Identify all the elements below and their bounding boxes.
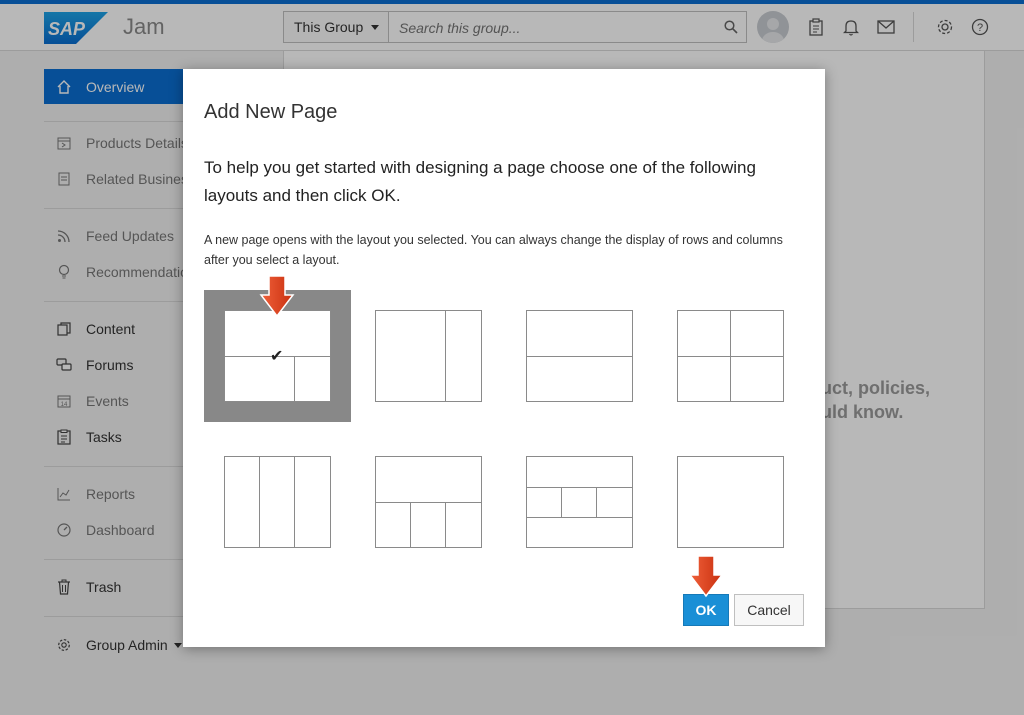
dialog-instruction: To help you get started with designing a… bbox=[204, 158, 756, 205]
pointer-arrow-icon bbox=[259, 275, 295, 318]
layout-option-4[interactable] bbox=[657, 290, 804, 422]
layout-option-5[interactable] bbox=[204, 436, 351, 568]
layout-thumbnail bbox=[375, 456, 482, 548]
layout-option-2[interactable] bbox=[355, 290, 502, 422]
layout-thumbnail bbox=[224, 456, 331, 548]
layout-option-6[interactable] bbox=[355, 436, 502, 568]
add-new-page-dialog: Add New Page To help you get started wit… bbox=[183, 69, 825, 647]
layout-thumbnail bbox=[677, 310, 784, 402]
layout-thumbnail: ✔ bbox=[224, 310, 331, 402]
pointer-arrow-icon bbox=[688, 555, 724, 598]
check-icon: ✔ bbox=[270, 348, 284, 365]
dialog-description: A new page opens with the layout you sel… bbox=[204, 233, 783, 267]
cancel-button[interactable]: Cancel bbox=[734, 594, 804, 626]
layout-thumbnail bbox=[677, 456, 784, 548]
dialog-title: Add New Page bbox=[204, 101, 338, 123]
layout-thumbnail bbox=[526, 310, 633, 402]
layout-option-7[interactable] bbox=[506, 436, 653, 568]
layout-thumbnail bbox=[526, 456, 633, 548]
layout-thumbnail bbox=[375, 310, 482, 402]
layout-option-3[interactable] bbox=[506, 290, 653, 422]
layout-option-8[interactable] bbox=[657, 436, 804, 568]
